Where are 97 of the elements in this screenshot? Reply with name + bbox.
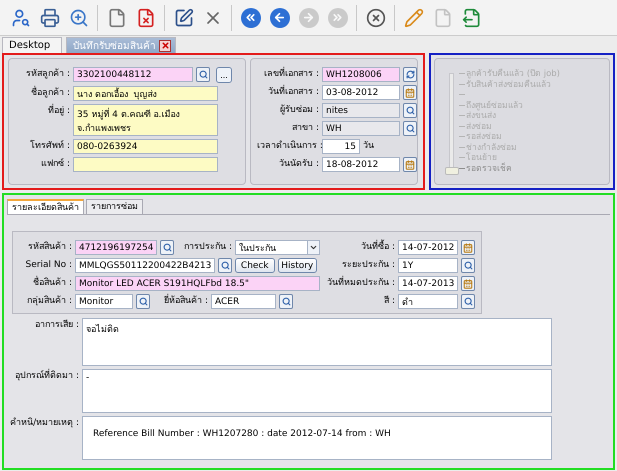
- input-field[interactable]: 14-07-2012: [398, 240, 458, 255]
- field-label: รหัสสินค้า :: [27, 240, 72, 254]
- document-x-icon: [136, 8, 156, 28]
- field-label: ที่อยู่ :: [15, 104, 70, 119]
- calendar-button[interactable]: [461, 276, 475, 291]
- input-field[interactable]: นาง ดอกเอื้อง บุญส่ง: [73, 86, 218, 101]
- text-area[interactable]: จอไม่ติด: [82, 318, 552, 366]
- field-label: ยี่ห้อสินค้า :: [153, 294, 208, 309]
- search-icon: [282, 297, 290, 306]
- pencil-icon: [404, 8, 424, 28]
- field-label: โทรศัพท์ :: [29, 139, 70, 153]
- field-label: วันที่ซื้อ :: [323, 240, 395, 255]
- input-field[interactable]: ACER: [211, 294, 276, 309]
- more-button[interactable]: ...: [216, 67, 232, 83]
- address-field[interactable]: 35 หมู่ที่ 4 ต.คณฑี อ.เมือง จ.กำแพงเพชร: [73, 104, 218, 136]
- input-field[interactable]: ดำ: [398, 294, 458, 309]
- lookup-button[interactable]: [403, 103, 417, 118]
- field-label: ผู้รับซ่อม :: [279, 104, 319, 117]
- refresh-icon: [406, 70, 414, 79]
- field-label: อุปกรณ์ที่ติดมา :: [7, 369, 79, 384]
- unit-label: วัน: [363, 140, 374, 153]
- field-label: วันที่เอกสาร :: [257, 85, 319, 100]
- calendar-icon: [405, 88, 415, 98]
- lookup-button[interactable]: [136, 294, 150, 309]
- input-field[interactable]: 18-08-2012: [322, 157, 400, 172]
- field-label: แฟกซ์ :: [40, 157, 70, 171]
- warranty-dropdown[interactable]: ในประกัน: [235, 240, 320, 255]
- lookup-button[interactable]: [403, 121, 417, 136]
- close-icon: [366, 8, 386, 28]
- search-icon: [406, 106, 414, 115]
- calendar-icon: [463, 278, 473, 288]
- field-label: วันที่หมดประกัน :: [323, 276, 395, 291]
- status-step: รอตรวจเช็ค: [459, 164, 512, 174]
- field-label: อาการเสีย :: [34, 318, 79, 332]
- field-label: ชื่อลูกค้า :: [15, 86, 70, 101]
- user-search-icon: [10, 8, 30, 28]
- input-field[interactable]: 080-0263924: [73, 139, 218, 154]
- field-label: สี :: [383, 294, 395, 308]
- input-field[interactable]: Monitor: [75, 294, 133, 309]
- lookup-button[interactable]: [196, 67, 210, 82]
- slider-thumb[interactable]: [445, 167, 459, 175]
- field-label: Serial No :: [24, 259, 72, 272]
- lookup-button[interactable]: [218, 258, 232, 273]
- lookup-button[interactable]: [461, 258, 475, 273]
- input-field[interactable]: [73, 157, 218, 172]
- search-icon: [138, 297, 148, 306]
- field-label: การประกัน :: [183, 241, 232, 254]
- status-slider[interactable]: [445, 73, 459, 176]
- field-label: วันนัดรับ :: [278, 158, 319, 171]
- calendar-icon: [463, 242, 473, 252]
- input-field[interactable]: 14-07-2013: [398, 276, 458, 291]
- document-icon: [432, 8, 452, 28]
- input-field[interactable]: WH1208006: [322, 67, 400, 82]
- tab[interactable]: รายละเอียดสินค้า: [7, 199, 84, 214]
- calendar-button[interactable]: [403, 85, 417, 100]
- input-field[interactable]: Monitor LED ACER S191HQLFbd 18.5": [75, 276, 320, 291]
- text-area[interactable]: -: [82, 369, 552, 413]
- search-icon: [406, 124, 414, 133]
- search-icon: [464, 261, 472, 270]
- calendar-button[interactable]: [461, 240, 475, 255]
- input-field[interactable]: nites: [322, 103, 400, 118]
- lookup-button[interactable]: [279, 294, 293, 309]
- action-button[interactable]: Check: [235, 258, 274, 273]
- calendar-icon: [405, 160, 415, 170]
- zoom-in-icon: [68, 8, 88, 28]
- input-field[interactable]: 4712196197254: [75, 240, 157, 255]
- search-icon: [198, 70, 208, 79]
- search-icon: [464, 297, 472, 306]
- refresh-button[interactable]: [403, 67, 417, 82]
- calendar-button[interactable]: [403, 157, 417, 172]
- lookup-button[interactable]: [160, 240, 174, 255]
- document-icon: [106, 8, 126, 28]
- field-label: คำหนิ/หมายเหตุ :: [9, 416, 79, 430]
- pen-square-icon: [174, 8, 194, 28]
- action-button[interactable]: History: [278, 258, 317, 273]
- input-field[interactable]: MMLQGS50112200422B4213: [75, 258, 215, 273]
- input-field[interactable]: WH: [322, 121, 400, 136]
- text-area[interactable]: Reference Bill Number : WH1207280 : date 2012-07-14 from : WH: [82, 416, 552, 460]
- field-label: เลขที่เอกสาร :: [257, 67, 319, 82]
- export-icon: [462, 8, 482, 28]
- printer-icon: [40, 8, 60, 28]
- input-field[interactable]: 15: [322, 139, 360, 154]
- field-label: รหัสลูกค้า :: [25, 68, 70, 81]
- field-label: สาขา :: [291, 122, 319, 135]
- input-field[interactable]: 03-08-2012: [322, 85, 400, 100]
- lookup-button[interactable]: [461, 294, 475, 309]
- caret-icon: [309, 243, 318, 252]
- search-icon: [162, 243, 172, 252]
- tab[interactable]: Desktop: [2, 37, 62, 53]
- field-label: ชื่อสินค้า :: [17, 276, 72, 291]
- field-label: กลุ่มสินค้า :: [26, 294, 72, 308]
- input-field[interactable]: 1Y: [398, 258, 458, 273]
- tab[interactable]: รายการซ่อม: [86, 199, 143, 214]
- input-field[interactable]: 3302100448112: [73, 67, 193, 82]
- close-icon[interactable]: [159, 40, 171, 52]
- field-label: ระยะประกัน :: [341, 259, 395, 272]
- search-icon: [220, 261, 230, 270]
